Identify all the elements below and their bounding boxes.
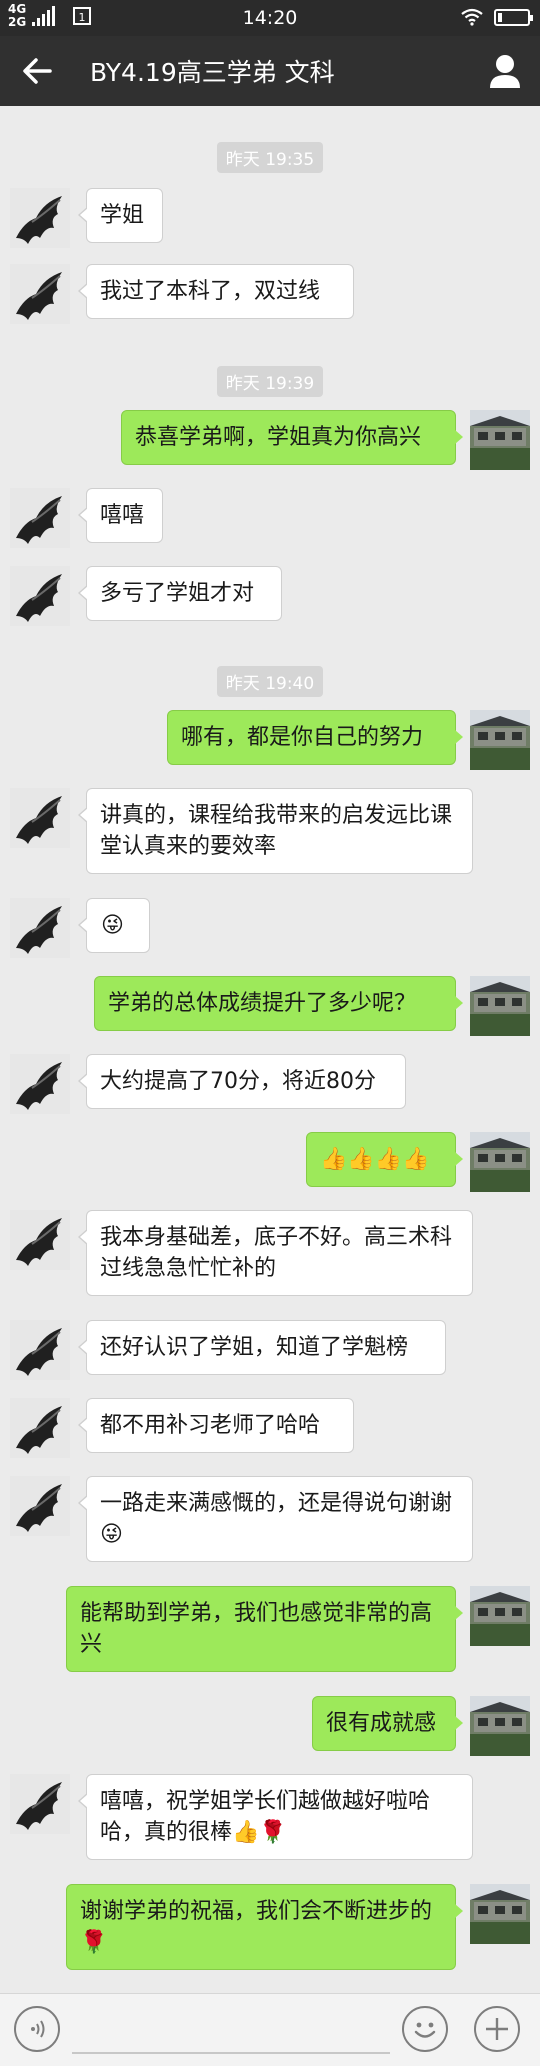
contact-avatar[interactable] <box>10 264 70 324</box>
timestamp: 昨天 19:39 <box>0 366 540 397</box>
message-bubble[interactable]: 能帮助到学弟，我们也感觉非常的高兴 <box>66 1586 463 1672</box>
thumbs-up-emoji-row: 👍👍👍👍 <box>320 1147 430 1172</box>
contact-avatar[interactable] <box>10 1054 70 1114</box>
clock: 14:20 <box>242 7 298 29</box>
contact-avatar[interactable] <box>10 488 70 548</box>
plus-icon[interactable] <box>474 2006 520 2052</box>
message-bubble[interactable]: 学姐 <box>78 188 163 243</box>
contact-avatar[interactable] <box>10 1210 70 1270</box>
status-bar: 4G 2G 1 14:20 <box>0 0 540 36</box>
message-bubble[interactable]: 嘻嘻 <box>78 488 163 543</box>
message-bubble[interactable]: 嘻嘻，祝学姐学长们越做越好啦哈哈，真的很棒👍🌹 <box>78 1774 473 1860</box>
user-avatar[interactable] <box>470 1884 530 1944</box>
message-bubble[interactable]: 哪有，都是你自己的努力 <box>167 710 463 765</box>
smiley-icon[interactable] <box>402 2006 448 2052</box>
contact-avatar[interactable] <box>10 1476 70 1536</box>
message-bubble[interactable]: 我过了本科了，双过线 <box>78 264 354 319</box>
wifi-icon <box>461 8 483 26</box>
message-input[interactable] <box>72 2008 390 2054</box>
contact-avatar[interactable] <box>10 1320 70 1380</box>
message-bubble[interactable]: 多亏了学姐才对 <box>78 566 282 621</box>
user-avatar[interactable] <box>470 410 530 470</box>
user-avatar[interactable] <box>470 976 530 1036</box>
timestamp: 昨天 19:40 <box>0 666 540 697</box>
message-bubble[interactable]: 一路走来满感慨的，还是得说句谢谢😜 <box>78 1476 473 1562</box>
winking-tongue-emoji: 😜 <box>101 913 124 938</box>
message-bubble[interactable]: 👍👍👍👍 <box>306 1132 463 1187</box>
contact-avatar[interactable] <box>10 1398 70 1458</box>
message-bubble[interactable]: 还好认识了学姐，知道了学魁榜 <box>78 1320 446 1375</box>
message-bubble[interactable]: 😜 <box>78 898 150 953</box>
contact-avatar[interactable] <box>10 898 70 958</box>
message-bubble[interactable]: 讲真的，课程给我带来的启发远比课堂认真来的要效率 <box>78 788 473 874</box>
contact-avatar[interactable] <box>10 566 70 626</box>
message-bubble[interactable]: 大约提高了70分，将近80分 <box>78 1054 406 1109</box>
contact-avatar[interactable] <box>10 1774 70 1834</box>
contact-avatar[interactable] <box>10 188 70 248</box>
message-bubble[interactable]: 谢谢学弟的祝福，我们会不断进步的🌹 <box>66 1884 463 1970</box>
user-avatar[interactable] <box>470 1586 530 1646</box>
person-icon[interactable] <box>482 48 528 94</box>
message-bubble[interactable]: 我本身基础差，底子不好。高三术科过线急急忙忙补的 <box>78 1210 473 1296</box>
user-avatar[interactable] <box>470 1132 530 1192</box>
battery-icon <box>494 8 533 26</box>
title-bar: BY4.19高三学弟 文科 <box>0 36 540 106</box>
chat-title: BY4.19高三学弟 文科 <box>90 58 335 87</box>
contact-avatar[interactable] <box>10 788 70 848</box>
timestamp: 昨天 19:35 <box>0 142 540 173</box>
input-bar <box>0 1993 540 2066</box>
message-bubble[interactable]: 恭喜学弟啊，学姐真为你高兴 <box>121 410 463 465</box>
message-bubble[interactable]: 都不用补习老师了哈哈 <box>78 1398 354 1453</box>
back-arrow-icon[interactable] <box>14 48 60 94</box>
user-avatar[interactable] <box>470 710 530 770</box>
user-avatar[interactable] <box>470 1696 530 1756</box>
voice-icon[interactable] <box>14 2006 60 2052</box>
message-bubble[interactable]: 学弟的总体成绩提升了多少呢？ <box>94 976 463 1031</box>
message-bubble[interactable]: 很有成就感 <box>312 1696 463 1751</box>
